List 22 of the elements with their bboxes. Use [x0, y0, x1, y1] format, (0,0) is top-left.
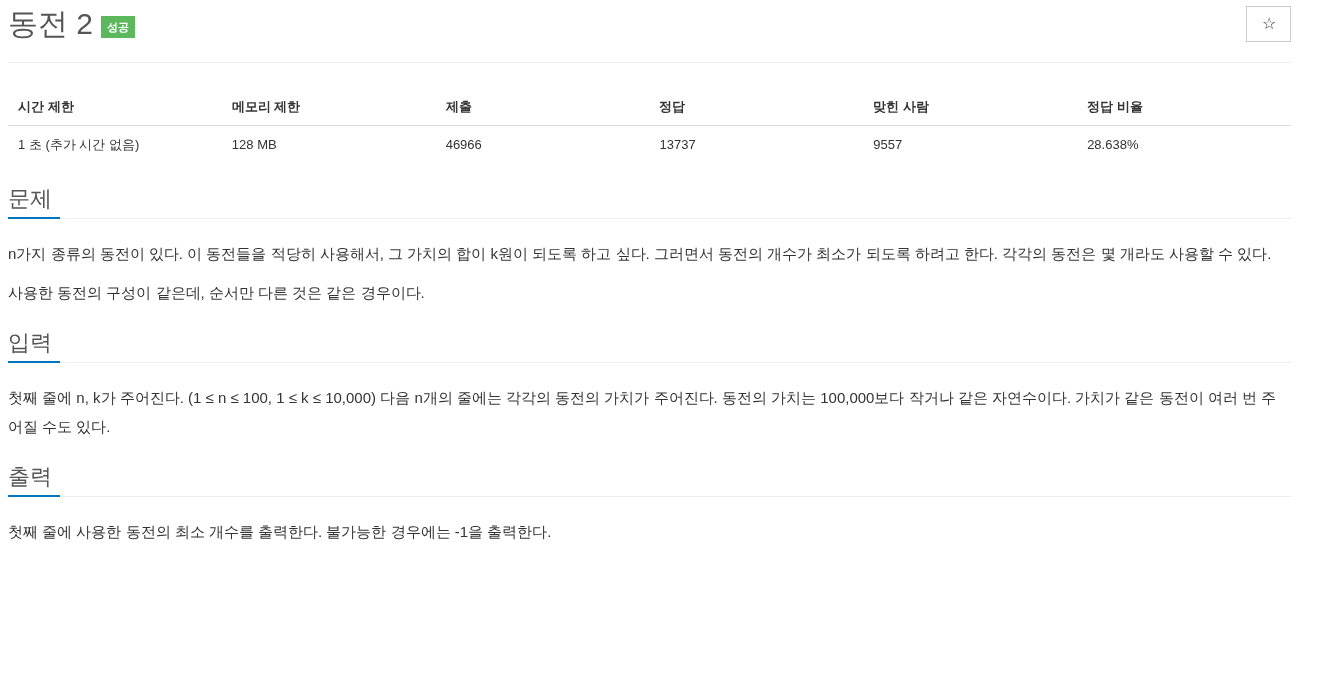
table-cell: 46966 [435, 125, 650, 163]
section-heading: 문제 [8, 181, 60, 219]
problem-title: 동전 2 [8, 6, 94, 42]
column-header: 시간 제한 [8, 89, 222, 125]
table-cell: 28.638% [1077, 125, 1291, 163]
table-cell: 1 초 (추가 시간 없음) [8, 125, 222, 163]
paragraph: 사용한 동전의 구성이 같은데, 순서만 다른 것은 같은 경우이다. [8, 283, 426, 303]
table-cell: 128 MB [221, 125, 436, 163]
result-badge: 성공 [101, 15, 136, 39]
section-heading: 입력 [8, 325, 60, 363]
paragraph: 첫째 줄에 n, k가 주어진다. (1 ≤ n ≤ 100, 1 ≤ k ≤ 10,000) 다음 n개의 줄에는 각각의 동전의 가치가 주어진다. 동전의 가치는 100,000보다 작거나 같은 자연수이다. 가치가 같은 동전이 여러 번 주어질 수도 있다. [8, 388, 1278, 437]
column-header: 메모리 제한 [221, 89, 436, 125]
column-header: 맞힌 사람 [863, 89, 1078, 125]
paragraph: n가지 종류의 동전이 있다. 이 동전들을 적당히 사용해서, 그 가치의 합이 k원이 되도록 하고 싶다. 그러면서 동전의 개수가 최소가 되도록 하려고 한다. 각각의 동전은 몇 개라도 사용할 수 있다. [8, 244, 1273, 264]
section-heading: 출력 [8, 459, 60, 497]
column-header: 정답 [649, 89, 864, 125]
column-header: 정답 비율 [1077, 89, 1291, 125]
table-cell: 13737 [649, 125, 864, 163]
paragraph: 첫째 줄에 사용한 동전의 최소 개수를 출력한다. 불가능한 경우에는 -1을 출력한다. [8, 522, 553, 542]
column-header: 제출 [435, 89, 650, 125]
table-cell: 9557 [863, 125, 1078, 163]
star-button[interactable]: ☆ [1246, 6, 1291, 42]
